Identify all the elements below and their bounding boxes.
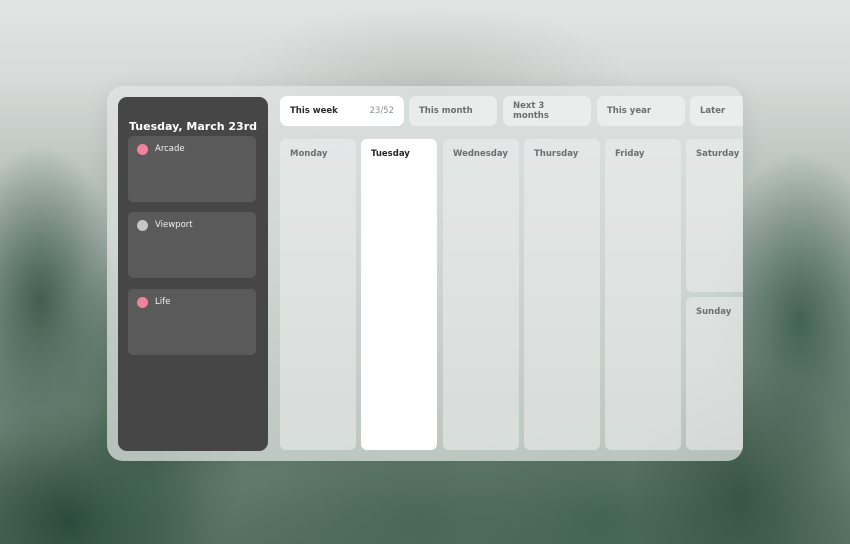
day-column-tuesday[interactable]: Tuesday: [361, 139, 437, 450]
day-column-monday[interactable]: Monday: [280, 139, 356, 450]
project-card-arcade[interactable]: Arcade: [128, 136, 256, 202]
tab-later[interactable]: Later: [690, 96, 743, 126]
day-label: Monday: [290, 149, 328, 159]
day-column-thursday[interactable]: Thursday: [524, 139, 600, 450]
day-label: Saturday: [696, 149, 740, 159]
project-color-dot: [137, 297, 148, 308]
day-label: Tuesday: [371, 149, 410, 159]
project-label: Life: [155, 297, 171, 307]
project-color-dot: [137, 144, 148, 155]
day-column-sunday[interactable]: Sunday: [686, 297, 743, 450]
day-column-friday[interactable]: Friday: [605, 139, 681, 450]
tab-label: This week: [290, 106, 338, 116]
planner-window: Tuesday, March 23rd Arcade Viewport Life…: [107, 86, 743, 461]
day-column-wednesday[interactable]: Wednesday: [443, 139, 519, 450]
current-date-title: Tuesday, March 23rd: [129, 120, 257, 133]
tab-this-month[interactable]: This month: [409, 96, 497, 126]
day-label: Wednesday: [453, 149, 508, 159]
tab-this-week[interactable]: This week 23/52: [280, 96, 404, 126]
tab-label: This month: [419, 106, 473, 116]
tab-this-year[interactable]: This year: [597, 96, 685, 126]
project-color-dot: [137, 220, 148, 231]
day-column-saturday[interactable]: Saturday: [686, 139, 743, 292]
tab-label: This year: [607, 106, 652, 116]
tab-next-3-months[interactable]: Next 3 months: [503, 96, 591, 126]
day-label: Friday: [615, 149, 645, 159]
project-card-viewport[interactable]: Viewport: [128, 212, 256, 278]
tab-label: Later: [700, 106, 726, 116]
day-label: Sunday: [696, 307, 732, 317]
day-label: Thursday: [534, 149, 579, 159]
week-count: 23/52: [369, 106, 395, 116]
project-label: Viewport: [155, 220, 193, 230]
project-card-life[interactable]: Life: [128, 289, 256, 355]
sidebar: Tuesday, March 23rd Arcade Viewport Life: [118, 97, 268, 451]
project-label: Arcade: [155, 144, 185, 154]
tab-label: Next 3 months: [513, 101, 549, 121]
